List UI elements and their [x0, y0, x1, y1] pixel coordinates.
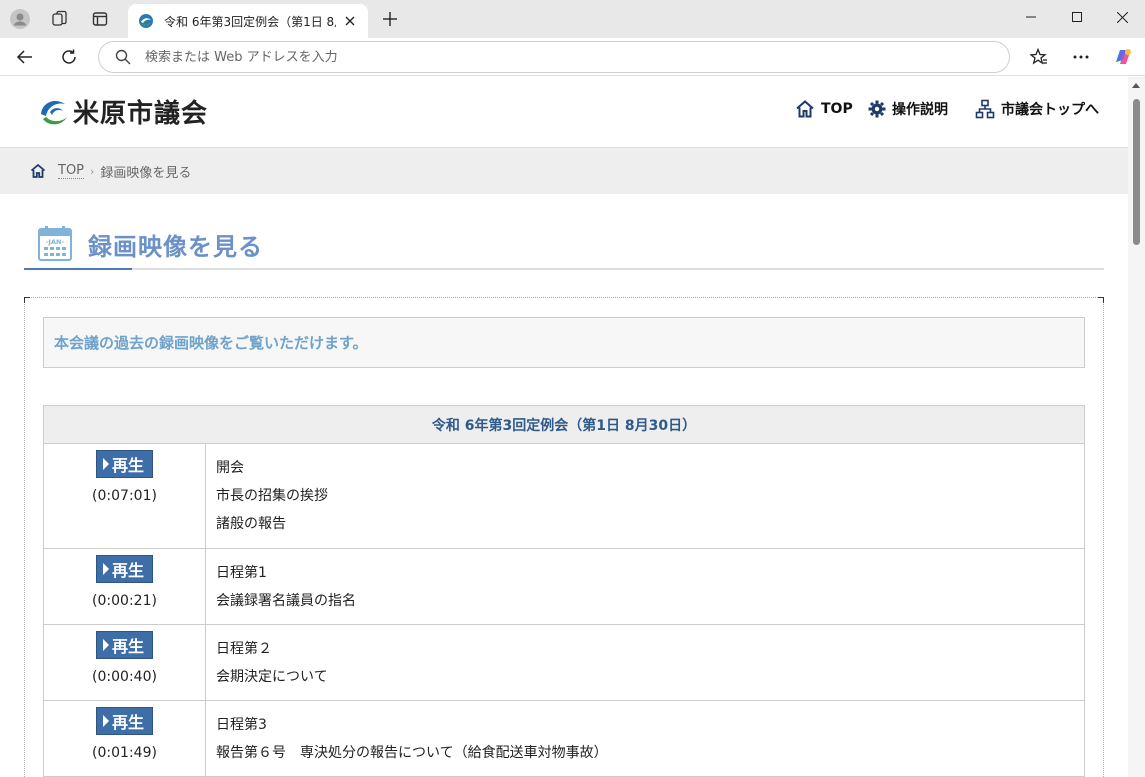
play-icon: [103, 715, 109, 727]
close-window-button[interactable]: [1099, 0, 1145, 34]
agenda-line: 会議録署名議員の指名: [216, 593, 356, 609]
table-row: 再生 (0:00:21) 日程第1 会議録署名議員の指名: [43, 548, 1085, 625]
play-cell: 再生 (0:00:21): [43, 548, 206, 625]
new-tab-button[interactable]: [376, 5, 404, 33]
site-logo[interactable]: 米原市議会: [38, 93, 208, 130]
table-row: 再生 (0:01:49) 日程第3 報告第６号 専決処分の報告について（給食配送…: [43, 700, 1085, 777]
agenda-line: 諸般の報告: [216, 516, 286, 532]
back-button[interactable]: [10, 42, 40, 72]
page-scrollbar[interactable]: [1128, 77, 1145, 777]
browser-tab-bar: 令和 6年第3回定例会（第1日 8月: [0, 0, 1145, 38]
nav-instructions-label: 操作説明: [892, 102, 948, 118]
play-label: 再生: [112, 561, 145, 580]
agenda-cell: 日程第1 会議録署名議員の指名: [205, 548, 1085, 625]
agenda-line: 開会: [216, 460, 244, 476]
nav-council-top-label: 市議会トップへ: [1001, 102, 1099, 118]
profile-icon[interactable]: [6, 5, 34, 33]
nav-council-top-link[interactable]: 市議会トップへ: [975, 99, 1099, 119]
corner-mark: [24, 297, 30, 303]
agenda-line: 報告第６号 専決処分の報告について（給食配送車対物事故）: [216, 745, 608, 761]
agenda-line: 日程第3: [216, 717, 267, 733]
video-table: 令和 6年第3回定例会（第1日 8月30日） 再生 (0:07:01) 開会 市…: [43, 405, 1085, 777]
breadcrumb-top-link[interactable]: TOP: [58, 163, 85, 179]
maximize-window-button[interactable]: [1054, 0, 1100, 34]
video-duration: (0:01:49): [92, 745, 157, 761]
calendar-icon: -JAN-: [38, 226, 72, 261]
address-bar[interactable]: [98, 41, 1010, 73]
copilot-icon[interactable]: [1108, 42, 1138, 72]
breadcrumb-home-icon[interactable]: [30, 163, 46, 179]
agenda-line: 会期決定について: [216, 669, 328, 685]
site-favicon-icon: [139, 14, 153, 28]
site-name: 米原市議会: [73, 99, 209, 129]
agenda-line: 市長の招集の挨拶: [216, 488, 328, 504]
minimize-window-button[interactable]: [1008, 0, 1054, 34]
content-box: 本会議の過去の録画映像をご覧いただけます。 令和 6年第3回定例会（第1日 8月…: [24, 297, 1104, 777]
favorites-icon[interactable]: [1024, 42, 1054, 72]
intro-message: 本会議の過去の録画映像をご覧いただけます。: [43, 317, 1085, 368]
browser-toolbar: [0, 38, 1145, 76]
breadcrumb: TOP › 録画映像を見る: [0, 147, 1128, 194]
play-label: 再生: [112, 456, 145, 475]
play-button[interactable]: 再生: [96, 707, 153, 735]
close-tab-icon[interactable]: [342, 13, 358, 29]
play-button[interactable]: 再生: [96, 450, 153, 478]
scrollbar-thumb[interactable]: [1133, 99, 1140, 245]
calendar-month-label: -JAN-: [46, 238, 65, 246]
play-icon: [103, 458, 109, 470]
play-icon: [103, 639, 109, 651]
nav-top-label: TOP: [821, 101, 853, 117]
address-input[interactable]: [145, 49, 965, 65]
play-button[interactable]: 再生: [96, 555, 153, 583]
page-title-section: -JAN- 録画映像を見る: [24, 217, 1104, 270]
city-emblem-icon: [39, 96, 69, 127]
agenda-line: 日程第２: [216, 641, 272, 657]
play-cell: 再生 (0:00:40): [43, 624, 206, 701]
play-label: 再生: [112, 713, 145, 732]
tab-actions-icon[interactable]: [86, 5, 114, 33]
table-row: 再生 (0:00:40) 日程第２ 会期決定について: [43, 624, 1085, 701]
corner-mark: [1098, 297, 1104, 303]
site-header: 米原市議会 TOP 操作説明 市議会トップへ: [0, 77, 1128, 147]
sitemap-icon: [975, 99, 995, 119]
more-menu-icon[interactable]: [1066, 42, 1096, 72]
play-cell: 再生 (0:07:01): [43, 443, 206, 549]
breadcrumb-current: 録画映像を見る: [100, 165, 192, 181]
play-label: 再生: [112, 637, 145, 656]
web-page: 米原市議会 TOP 操作説明 市議会トップへ TOP › 録画映像を見る -JA…: [0, 77, 1128, 777]
agenda-cell: 開会 市長の招集の挨拶 諸般の報告: [205, 443, 1085, 549]
video-duration: (0:00:21): [92, 593, 157, 609]
browser-tab-active[interactable]: 令和 6年第3回定例会（第1日 8月: [128, 4, 368, 38]
play-icon: [103, 563, 109, 575]
video-duration: (0:00:40): [92, 669, 157, 685]
nav-top-link[interactable]: TOP: [795, 99, 853, 119]
gear-icon: [868, 100, 886, 118]
video-duration: (0:07:01): [92, 488, 157, 504]
scroll-up-icon[interactable]: [1132, 83, 1140, 88]
refresh-button[interactable]: [54, 42, 84, 72]
tab-title: 令和 6年第3回定例会（第1日 8月: [164, 14, 336, 29]
table-row: 再生 (0:07:01) 開会 市長の招集の挨拶 諸般の報告: [43, 443, 1085, 549]
agenda-line: 日程第1: [216, 565, 267, 581]
agenda-cell: 日程第3 報告第６号 専決処分の報告について（給食配送車対物事故）: [205, 700, 1085, 777]
title-accent-underline: [24, 268, 132, 270]
page-title: 録画映像を見る: [88, 233, 263, 261]
play-button[interactable]: 再生: [96, 631, 153, 659]
session-heading: 令和 6年第3回定例会（第1日 8月30日）: [43, 405, 1085, 444]
play-cell: 再生 (0:01:49): [43, 700, 206, 777]
search-icon: [115, 48, 133, 66]
home-icon: [796, 100, 814, 118]
workspaces-icon[interactable]: [46, 5, 74, 33]
agenda-cell: 日程第２ 会期決定について: [205, 624, 1085, 701]
breadcrumb-separator: ›: [90, 164, 95, 178]
nav-instructions-link[interactable]: 操作説明: [868, 99, 948, 119]
